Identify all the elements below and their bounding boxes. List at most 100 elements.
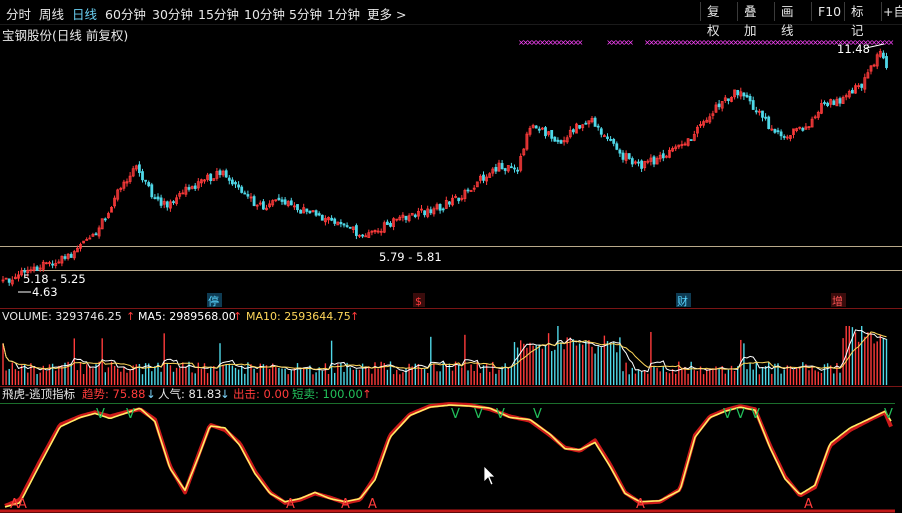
event-marker-suspend[interactable]: 停 bbox=[208, 294, 219, 308]
candle-body bbox=[94, 233, 98, 236]
candle-body bbox=[187, 187, 191, 190]
volume-ma10-arrow: ↑ bbox=[350, 310, 359, 323]
candle-body bbox=[782, 136, 786, 138]
candle-body bbox=[234, 182, 237, 185]
signal-top-marker: V bbox=[474, 407, 483, 422]
event-marker-dividend[interactable]: $ bbox=[415, 295, 422, 308]
candle-body bbox=[246, 194, 250, 197]
candle-body bbox=[823, 102, 826, 104]
candle-body bbox=[385, 221, 389, 225]
candle-body bbox=[612, 139, 616, 144]
candle-body bbox=[550, 130, 554, 139]
candle-body bbox=[289, 200, 293, 206]
candle-body bbox=[761, 110, 764, 118]
candle-body bbox=[652, 156, 656, 165]
candle-body bbox=[320, 214, 324, 221]
candle-body bbox=[748, 96, 752, 102]
indicator-short-label: 短卖: 100.00 bbox=[292, 387, 363, 401]
candle-body bbox=[599, 128, 603, 135]
candle-body bbox=[305, 208, 309, 212]
candle-body bbox=[172, 201, 175, 204]
candle-body bbox=[609, 139, 612, 141]
candle-body bbox=[621, 152, 625, 160]
candle-body bbox=[736, 89, 740, 96]
volume-ma5-arrow: ↑ bbox=[233, 310, 242, 323]
signal-top-marker: V bbox=[96, 407, 105, 422]
candle-body bbox=[150, 184, 154, 198]
candle-body bbox=[553, 136, 557, 142]
candle-body bbox=[559, 140, 563, 144]
magenta-marker: × bbox=[577, 38, 584, 47]
signal-top-marker: V bbox=[751, 407, 760, 422]
candle-body bbox=[556, 139, 560, 142]
candle-body bbox=[832, 100, 836, 105]
signal-top-marker: V bbox=[126, 407, 135, 422]
candle-body bbox=[243, 192, 247, 195]
candle-body bbox=[339, 222, 343, 225]
candle-body bbox=[299, 209, 303, 214]
indicator-popularity-label: 人气: 81.83 bbox=[158, 387, 221, 401]
candle-body bbox=[860, 83, 864, 88]
indicator-name: 飛虎-逃顶指标 bbox=[2, 387, 75, 401]
candle-body bbox=[885, 56, 888, 68]
candle-body bbox=[333, 218, 337, 224]
candle-body bbox=[277, 197, 281, 201]
candle-body bbox=[159, 197, 163, 206]
candle-body bbox=[413, 214, 417, 218]
candle-body bbox=[423, 210, 427, 216]
candle-body bbox=[637, 161, 640, 164]
high-price-label: 11.48 bbox=[837, 42, 870, 56]
mouse-cursor-icon bbox=[483, 465, 496, 486]
candle-body bbox=[584, 122, 588, 125]
signal-top-marker: V bbox=[533, 407, 542, 422]
candle-body bbox=[572, 129, 575, 133]
event-marker-increase[interactable]: 增 bbox=[832, 294, 843, 308]
event-marker-finance[interactable]: 财 bbox=[677, 294, 688, 308]
candle-body bbox=[438, 203, 442, 211]
candle-body bbox=[640, 160, 643, 169]
magenta-marker: × bbox=[888, 38, 895, 47]
candle-body bbox=[153, 197, 157, 199]
signal-top-marker: V bbox=[884, 407, 893, 422]
candle-body bbox=[618, 149, 622, 154]
candle-body bbox=[578, 125, 581, 129]
volume-bars bbox=[2, 326, 888, 385]
signal-bottom-marker: A bbox=[804, 497, 813, 512]
candle-body bbox=[882, 52, 885, 59]
candle-body bbox=[342, 223, 346, 226]
candle-body bbox=[240, 186, 244, 193]
candle-body bbox=[63, 256, 67, 259]
candle-body bbox=[165, 201, 169, 208]
candle-body bbox=[345, 225, 349, 227]
indicator-exit-label: 出击: 0.00 bbox=[233, 387, 289, 401]
candle-body bbox=[516, 169, 519, 172]
candle-body bbox=[261, 201, 265, 210]
candle-body bbox=[330, 217, 334, 221]
candle-body bbox=[283, 199, 287, 205]
candle-body bbox=[389, 222, 392, 227]
candle-body bbox=[494, 166, 498, 172]
candle-body bbox=[35, 266, 39, 271]
kline-chart[interactable]: ××××××××××××××× ×××××× ×××××××××××××××××××… bbox=[0, 0, 902, 513]
volume-label: VOLUME: 3293746.25 bbox=[2, 310, 122, 323]
candle-body bbox=[457, 197, 461, 202]
candle-body bbox=[230, 179, 234, 185]
candle-body bbox=[447, 201, 451, 205]
candle-body bbox=[513, 167, 516, 170]
candle-body bbox=[851, 89, 854, 94]
candle-body bbox=[237, 184, 241, 188]
candle-body bbox=[534, 125, 538, 129]
candle-body bbox=[218, 170, 222, 175]
candle-body bbox=[630, 158, 634, 165]
candle-body bbox=[826, 102, 829, 106]
volume-ma5-line bbox=[2, 329, 887, 373]
candle-body bbox=[103, 218, 107, 221]
magenta-marker: × bbox=[627, 38, 634, 47]
candle-body bbox=[754, 110, 758, 113]
candle-body bbox=[767, 116, 771, 129]
candle-body bbox=[751, 100, 755, 110]
candle-body bbox=[773, 128, 777, 133]
indicator-trend-label: 趋势: 75.88 bbox=[82, 387, 145, 401]
candle-body bbox=[209, 173, 213, 182]
candle-body bbox=[280, 199, 284, 202]
